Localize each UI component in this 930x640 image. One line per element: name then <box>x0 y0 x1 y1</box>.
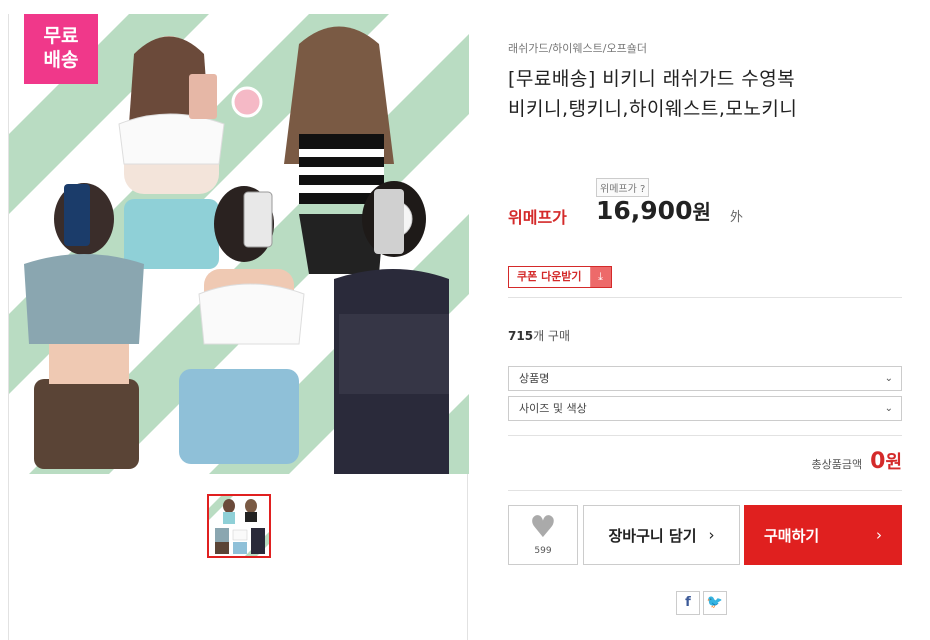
purchase-count: 715개 구매 <box>508 327 570 344</box>
price-row: 위메프가 ? 위메프가 16,900원 外 <box>508 178 902 228</box>
price-unit: 원 <box>692 200 711 224</box>
free-shipping-badge: 무료 배송 <box>24 14 98 84</box>
price-amount: 16,900원 <box>596 196 711 225</box>
coupon-download-button[interactable]: 쿠폰 다운받기 ⤓ <box>508 266 612 288</box>
size-color-select[interactable]: 사이즈 및 색상 ⌄ <box>508 396 902 421</box>
purchase-count-value: 715 <box>508 329 534 343</box>
price-label: 위메프가 <box>508 208 567 227</box>
price-help-button[interactable]: 위메프가 ? <box>596 178 650 197</box>
heart-icon: ♥ <box>529 510 557 545</box>
product-name-select-label: 상품명 <box>519 372 550 385</box>
product-title: [무료배송] 비키니 래쉬가드 수영복 비키니,탱키니,하이웨스트,모노키니 <box>508 64 902 124</box>
chevron-down-icon: ⌄ <box>884 403 893 414</box>
chevron-right-icon: › <box>876 526 882 544</box>
divider <box>508 435 902 436</box>
product-title-line1: [무료배송] 비키니 래쉬가드 수영복 <box>508 68 796 90</box>
badge-line1: 무료 <box>43 25 79 47</box>
purchase-count-suffix: 개 구매 <box>533 329 570 343</box>
total-unit: 원 <box>885 452 902 473</box>
cart-label: 장바구니 담기 <box>608 526 697 545</box>
twitter-icon[interactable]: 🐦 <box>703 591 727 615</box>
total-amount: 총상품금액 0 원 <box>812 448 902 474</box>
download-icon: ⤓ <box>590 267 611 287</box>
price-value: 16,900 <box>596 196 693 225</box>
product-name-select[interactable]: 상품명 ⌄ <box>508 366 902 391</box>
coupon-label: 쿠폰 다운받기 <box>509 267 591 287</box>
share-buttons: f 🐦 <box>676 591 727 615</box>
chevron-right-icon: › <box>708 526 715 544</box>
size-color-select-label: 사이즈 및 색상 <box>519 402 587 415</box>
total-value: 0 <box>870 449 886 474</box>
like-count: 599 <box>534 546 552 556</box>
buy-now-button[interactable]: 구매하기 › <box>744 505 902 565</box>
price-extra: 外 <box>730 210 744 225</box>
buy-label: 구매하기 <box>764 526 820 545</box>
product-title-line2: 비키니,탱키니,하이웨스트,모노키니 <box>508 98 798 120</box>
add-to-cart-button[interactable]: 장바구니 담기 › <box>583 505 740 565</box>
divider <box>508 297 902 298</box>
product-image-column: 무료 배송 <box>8 14 469 640</box>
chevron-down-icon: ⌄ <box>884 373 893 384</box>
total-label: 총상품금액 <box>811 458 863 471</box>
breadcrumb[interactable]: 래쉬가드/하이웨스트/오프숄더 <box>508 40 902 56</box>
like-button[interactable]: ♥ 599 <box>508 505 578 565</box>
badge-line2: 배송 <box>43 49 79 71</box>
product-thumbnail[interactable] <box>207 494 271 558</box>
product-info-panel: 래쉬가드/하이웨스트/오프숄더 [무료배송] 비키니 래쉬가드 수영복 비키니,… <box>508 40 902 615</box>
facebook-icon[interactable]: f <box>676 591 700 615</box>
divider <box>508 490 902 491</box>
